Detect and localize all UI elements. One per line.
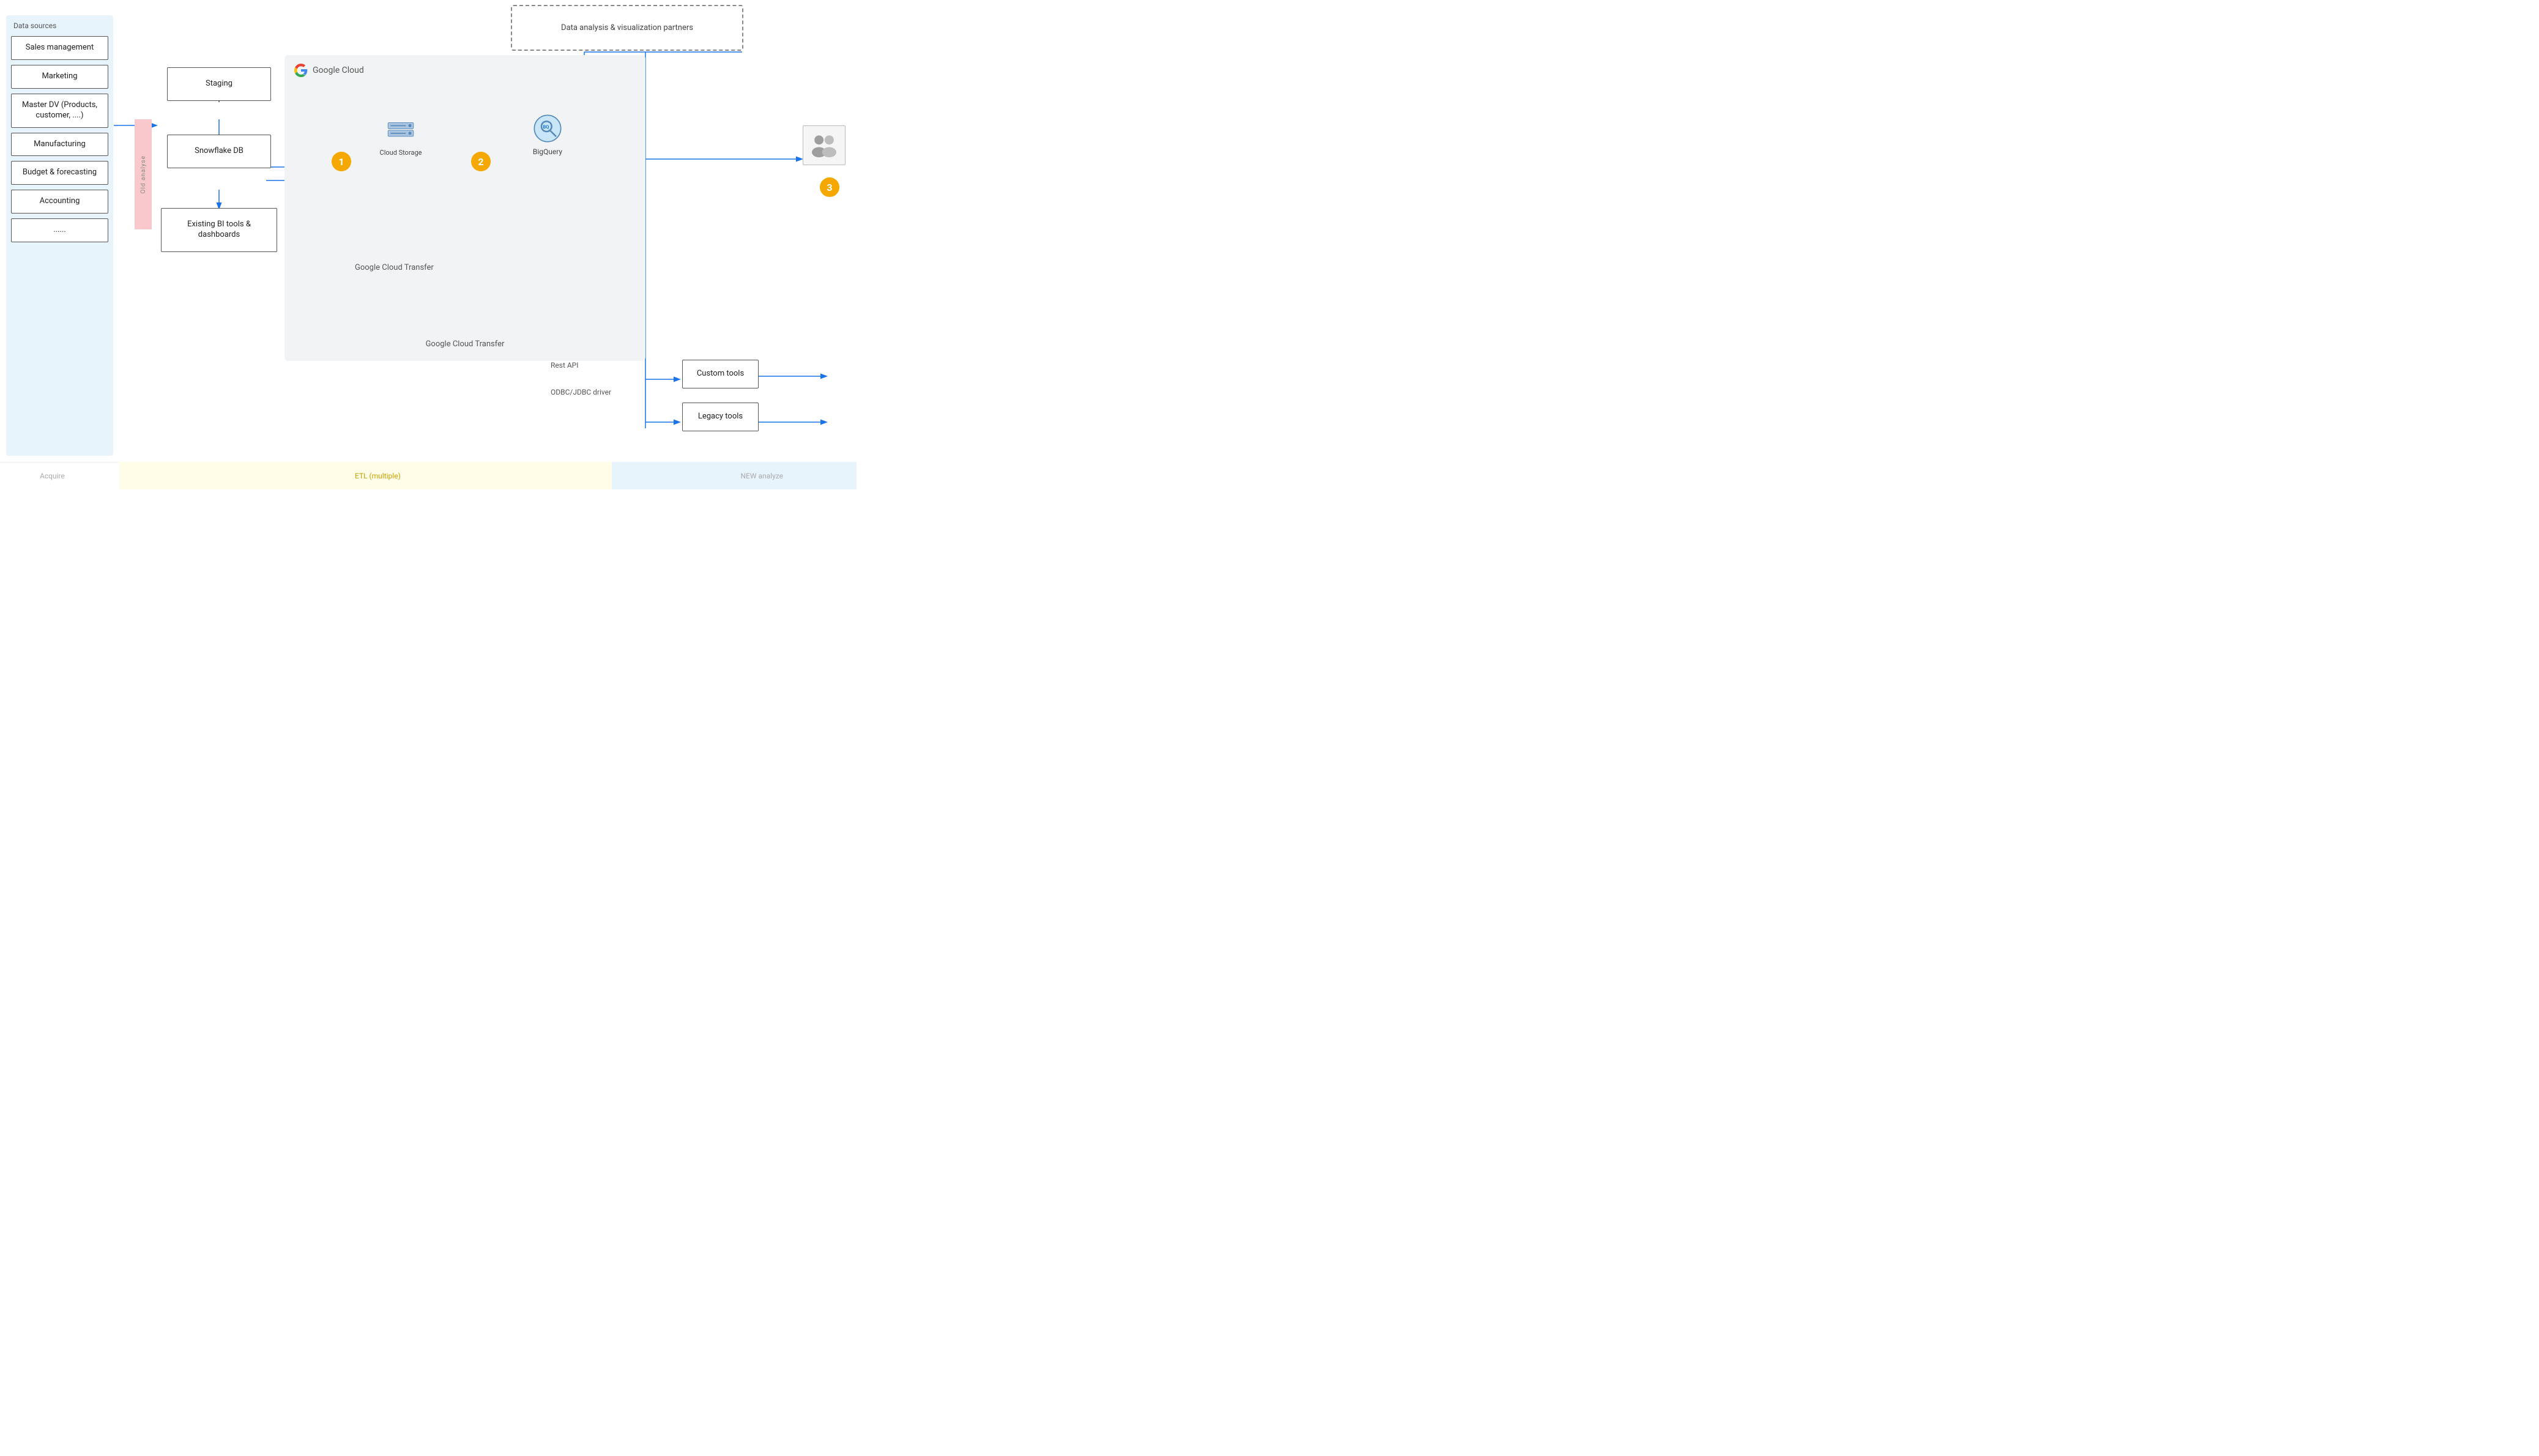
- badge-one: 1: [332, 152, 351, 171]
- rest-api-label: Rest API ODBC/JDBC driver: [551, 361, 611, 398]
- staging-box: Staging: [158, 67, 280, 101]
- diagram-container: Data sources Sales management Marketing …: [0, 0, 857, 489]
- google-cloud-panel: Google Cloud Cloud Storage BQ: [284, 55, 645, 361]
- ds-item-etc: ......: [11, 218, 108, 242]
- legacy-tools-container: Legacy tools: [682, 403, 759, 431]
- acquire-label: Acquire: [40, 472, 65, 480]
- old-analyse-text: Old analyse: [140, 155, 147, 193]
- google-cloud-brand-label: Google Cloud: [313, 65, 364, 75]
- ds-item-marketing: Marketing: [11, 65, 108, 89]
- analysis-partners-box: Data analysis & visualization partners: [511, 5, 743, 51]
- old-analyse-label: Old analyse: [135, 119, 152, 229]
- google-cloud-header: Google Cloud: [294, 64, 636, 77]
- badge-three: 3: [820, 177, 839, 197]
- bi-tools-label: Existing BI tools & dashboards: [161, 208, 277, 252]
- bigquery-container: BQ BigQuery: [508, 113, 587, 156]
- snowflake-label: Snowflake DB: [167, 135, 271, 168]
- custom-tools-container: Custom tools: [682, 360, 759, 388]
- bi-tools-container: Existing BI tools & dashboards: [158, 208, 280, 252]
- legacy-tools-label: Legacy tools: [682, 403, 759, 431]
- badge-two: 2: [471, 152, 491, 171]
- people-icon: [809, 130, 839, 161]
- ds-item-accounting: Accounting: [11, 190, 108, 214]
- staging-label: Staging: [167, 67, 271, 101]
- cloud-storage-label: Cloud Storage: [367, 149, 434, 157]
- ds-item-sales: Sales management: [11, 36, 108, 60]
- bigquery-icon: BQ: [532, 113, 563, 144]
- google-cloud-transfer-label: Google Cloud Transfer: [355, 263, 434, 272]
- analysis-partners-label: Data analysis & visualization partners: [561, 23, 693, 32]
- bigquery-label: BigQuery: [508, 147, 587, 156]
- ds-item-master: Master DV (Products, customer, ....): [11, 94, 108, 128]
- new-analyze-band: [612, 462, 857, 489]
- data-sources-panel: Data sources Sales management Marketing …: [6, 15, 113, 456]
- data-sources-label: Data sources: [11, 21, 108, 30]
- snowflake-container: Snowflake DB: [158, 135, 280, 168]
- new-analyze-label: NEW analyze: [740, 472, 783, 480]
- cloud-storage-icon: [385, 119, 416, 144]
- gct-label: Google Cloud Transfer: [284, 340, 645, 349]
- svg-text:BQ: BQ: [543, 124, 549, 130]
- custom-tools-label: Custom tools: [682, 360, 759, 388]
- people-icon-box: [803, 125, 846, 165]
- ds-item-manufacturing: Manufacturing: [11, 133, 108, 157]
- cloud-storage-container: Cloud Storage: [367, 119, 434, 157]
- ds-item-budget: Budget & forecasting: [11, 161, 108, 185]
- etl-label: ETL (multiple): [355, 472, 401, 480]
- google-cloud-logo-icon: [294, 64, 308, 77]
